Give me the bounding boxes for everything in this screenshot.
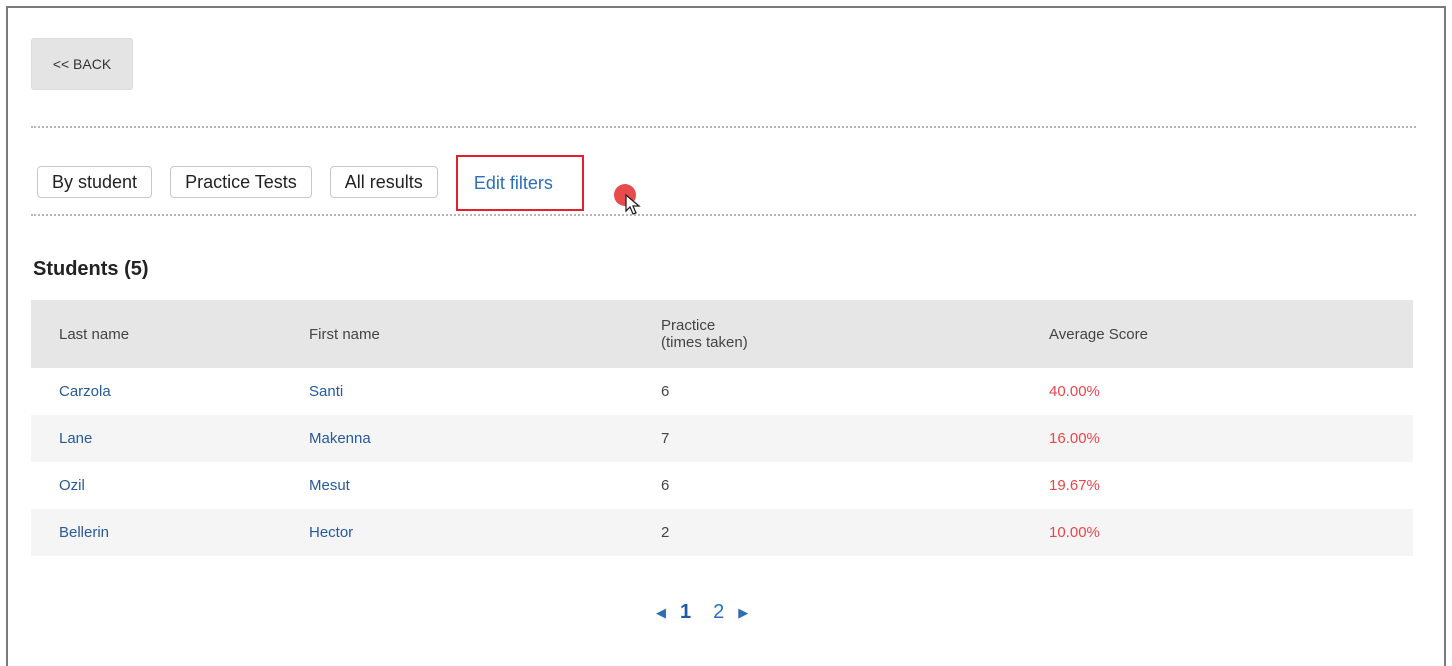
mouse-pointer-icon — [625, 194, 641, 215]
divider-bottom — [31, 214, 1416, 216]
cell-last-name: Carzola — [31, 368, 281, 415]
tab-practice-tests[interactable]: Practice Tests — [170, 166, 312, 198]
col-practice[interactable]: Practice (times taken) — [661, 300, 1049, 368]
col-practice-label: Practice — [661, 317, 716, 334]
cell-average-score: 10.00% — [1049, 524, 1100, 541]
student-first-name-link[interactable]: Makenna — [309, 430, 371, 447]
students-heading: Students (5) — [33, 258, 149, 280]
col-average-score[interactable]: Average Score — [1049, 300, 1413, 368]
caret-right-icon[interactable]: ▶ — [738, 605, 748, 621]
cell-practice: 7 — [661, 430, 670, 447]
cell-first-name: Santi — [281, 368, 661, 415]
cell-first-name: Mesut — [281, 462, 661, 509]
cell-practice: 2 — [661, 524, 670, 541]
student-last-name-link[interactable]: Carzola — [59, 383, 111, 400]
cell-average-score: 19.67% — [1049, 477, 1100, 494]
cell-first-name: Makenna — [281, 415, 661, 462]
col-practice-sublabel: (times taken) — [661, 334, 748, 351]
cell-first-name: Hector — [281, 509, 661, 556]
tab-by-student[interactable]: By student — [37, 166, 153, 198]
table-row: Carzola Santi 6 40.00% — [31, 368, 1413, 415]
student-first-name-link[interactable]: Santi — [309, 383, 343, 400]
student-first-name-link[interactable]: Mesut — [309, 477, 350, 494]
table-header-row: Last name First name Practice (times tak… — [31, 300, 1413, 368]
table-row: Ozil Mesut 6 19.67% — [31, 462, 1413, 509]
col-last-name[interactable]: Last name — [31, 300, 281, 368]
student-last-name-link[interactable]: Lane — [59, 430, 92, 447]
caret-left-icon[interactable]: ◀ — [656, 605, 666, 621]
cell-practice: 6 — [661, 477, 670, 494]
divider-top — [31, 126, 1416, 128]
back-button[interactable]: << BACK — [31, 38, 133, 90]
cell-average-score: 40.00% — [1049, 383, 1100, 400]
cell-practice: 6 — [661, 383, 670, 400]
page-1-link[interactable]: 1 — [680, 601, 691, 624]
pagination: ◀ 1 2 ▶ — [656, 601, 748, 624]
student-last-name-link[interactable]: Ozil — [59, 477, 85, 494]
col-first-name[interactable]: First name — [281, 300, 661, 368]
cell-average-score: 16.00% — [1049, 430, 1100, 447]
page-2-link[interactable]: 2 — [713, 601, 724, 624]
table-row: Lane Makenna 7 16.00% — [31, 415, 1413, 462]
cell-last-name: Lane — [31, 415, 281, 462]
page-frame: << BACK By student Practice Tests All re… — [6, 6, 1446, 666]
cell-last-name: Ozil — [31, 462, 281, 509]
edit-filters-link[interactable]: Edit filters — [455, 155, 584, 211]
students-table: Last name First name Practice (times tak… — [31, 300, 1413, 556]
table-row: Bellerin Hector 2 10.00% — [31, 509, 1413, 556]
student-last-name-link[interactable]: Bellerin — [59, 524, 109, 541]
student-first-name-link[interactable]: Hector — [309, 524, 353, 541]
tab-all-results[interactable]: All results — [329, 166, 438, 198]
view-tabs: By student Practice Tests All results Ed… — [37, 154, 602, 211]
cell-last-name: Bellerin — [31, 509, 281, 556]
